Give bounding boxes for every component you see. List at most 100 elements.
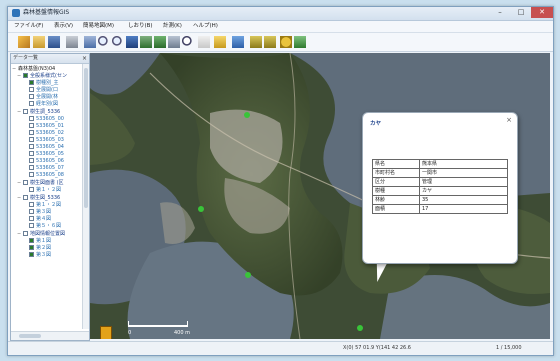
minimize-button[interactable]: – [491, 7, 509, 18]
zoom-out-icon[interactable] [112, 36, 124, 48]
pan-icon[interactable] [198, 36, 210, 48]
menu-measure[interactable]: 計測(K) [163, 21, 182, 32]
tree-node[interactable]: − 森林基盤(N3)04 [12, 66, 55, 73]
tree-node[interactable]: 533605_08 [29, 172, 64, 179]
toolbar [8, 33, 553, 52]
tree-node[interactable]: 第１図 [29, 238, 51, 245]
menu-help[interactable]: ヘルプ(H) [193, 21, 218, 32]
tree-node[interactable]: 533605_01 [29, 123, 64, 130]
menu-map[interactable]: 簡易地図(M) [83, 21, 114, 32]
tree-node[interactable]: − 樹生図面書 (区 [17, 180, 64, 187]
edit-2-icon[interactable] [264, 36, 276, 48]
tree-node[interactable]: − 樹生図_5336 [17, 195, 60, 202]
layer-checkbox[interactable] [23, 195, 28, 200]
menu-view[interactable]: 表示(V) [54, 21, 73, 32]
menu-bookmark[interactable]: しおり(B) [128, 21, 153, 32]
layer-checkbox[interactable] [23, 231, 28, 236]
layer-checkbox[interactable] [29, 209, 34, 214]
tree-node[interactable]: 全展開(口 [29, 87, 58, 94]
save-icon[interactable] [48, 36, 60, 48]
layer-checkbox[interactable] [23, 73, 28, 78]
layer-panel: データ一覧 × − 森林基盤(N3)04 − 全般系様式(セン 樹種別_主 全展開(… [10, 53, 90, 341]
measure-icon[interactable] [214, 36, 226, 48]
layer-checkbox[interactable] [29, 137, 34, 142]
tree-node[interactable]: 533605_02 [29, 130, 64, 137]
close-button[interactable]: ✕ [531, 7, 553, 18]
layer-checkbox[interactable] [29, 144, 34, 149]
layer-checkbox[interactable] [29, 87, 34, 92]
settings-icon[interactable] [294, 36, 306, 48]
tree-node[interactable]: 533605_03 [29, 137, 64, 144]
grid-icon[interactable] [84, 36, 96, 48]
help-icon[interactable] [280, 36, 292, 48]
panel-close-icon[interactable]: × [82, 54, 87, 63]
app-window: 森林基盤情報GIS – □ ✕ ファイル(F) 表示(V) 簡易地図(M) しお… [7, 6, 554, 356]
layer-checkbox[interactable] [29, 80, 34, 85]
layer-checkbox[interactable] [29, 238, 34, 243]
tree-node[interactable]: 533605_04 [29, 144, 64, 151]
scale-readout: 1 / 15,000 [496, 345, 522, 351]
layer-checkbox[interactable] [29, 187, 34, 192]
tree-node[interactable]: 経年別(図 [29, 101, 58, 108]
layer-checkbox[interactable] [29, 116, 34, 121]
layer-checkbox[interactable] [29, 252, 34, 257]
layer-checkbox[interactable] [23, 109, 28, 114]
map-view[interactable]: 0 400 m カヤ × 県名 熊本県 市町村名 一関市 区分 管理 樹種 カヤ 林齢 3… [90, 53, 550, 339]
popup-close-icon[interactable]: × [506, 116, 512, 124]
layer-checkbox[interactable] [29, 245, 34, 250]
tree-node[interactable]: 第３図 [29, 252, 51, 259]
layer-checkbox[interactable] [29, 202, 34, 207]
print-icon[interactable] [66, 36, 78, 48]
chart-icon[interactable] [232, 36, 244, 48]
tree-node[interactable]: − 地図情報位置図 [17, 231, 65, 238]
tree-node[interactable]: 全展開(林 [29, 94, 58, 101]
layer-checkbox[interactable] [23, 180, 28, 185]
tree-node[interactable]: 第２図 [29, 245, 51, 252]
tree-node[interactable]: 第４図 [29, 216, 51, 223]
table-row: 林齢 35 [372, 195, 508, 205]
layer-checkbox[interactable] [29, 151, 34, 156]
layer-icon[interactable] [126, 36, 138, 48]
tree-node[interactable]: 第１・２図 [29, 187, 61, 194]
zoom-in-icon[interactable] [98, 36, 110, 48]
table-row: 市町村名 一関市 [372, 168, 508, 178]
tree-node[interactable]: 第１・２図 [29, 202, 61, 209]
tree-node[interactable]: − 樹生調_5336 [17, 109, 60, 116]
zoom-area-icon[interactable] [168, 36, 180, 48]
tree-node[interactable]: 533605_07 [29, 165, 64, 172]
horizontal-scrollbar[interactable] [11, 331, 89, 340]
layer-checkbox[interactable] [29, 101, 34, 106]
layer-checkbox[interactable] [29, 123, 34, 128]
edit-icon[interactable] [250, 36, 262, 48]
tree-node[interactable]: − 全般系様式(セン [17, 73, 67, 80]
attr-key: 樹種 [372, 186, 420, 196]
tree-node[interactable]: 533605_00 [29, 116, 64, 123]
panel-header: データ一覧 × [11, 54, 89, 64]
scroll-thumb[interactable] [19, 334, 41, 338]
layer-checkbox[interactable] [29, 94, 34, 99]
maximize-button[interactable]: □ [512, 7, 530, 18]
new-icon[interactable] [18, 36, 30, 48]
attr-key: 林齢 [372, 195, 420, 205]
app-icon [12, 9, 20, 17]
layer-checkbox[interactable] [29, 130, 34, 135]
layer-checkbox[interactable] [29, 158, 34, 163]
tree-node[interactable]: 樹種別_主 [29, 80, 59, 87]
tree-node[interactable]: 533605_05 [29, 151, 64, 158]
table-icon[interactable] [140, 36, 152, 48]
scroll-thumb[interactable] [84, 68, 88, 208]
layer-checkbox[interactable] [29, 165, 34, 170]
layer-checkbox[interactable] [29, 172, 34, 177]
tree-node[interactable]: 第３図 [29, 209, 51, 216]
layer-checkbox[interactable] [29, 223, 34, 228]
vertical-scrollbar[interactable] [82, 64, 89, 329]
menu-file[interactable]: ファイル(F) [14, 21, 43, 32]
search-icon[interactable] [182, 36, 194, 48]
status-bar: X(0) 57 01.9 Y(141 42 26.6 1 / 15,000 [8, 341, 553, 355]
tree-node[interactable]: 533605_06 [29, 158, 64, 165]
open-folder-icon[interactable] [33, 36, 45, 48]
map-icon[interactable] [154, 36, 166, 48]
menu-bar: ファイル(F) 表示(V) 簡易地図(M) しおり(B) 計測(K) ヘルプ(H… [8, 21, 553, 33]
layer-checkbox[interactable] [29, 216, 34, 221]
tree-node[interactable]: 第５・６図 [29, 223, 61, 230]
